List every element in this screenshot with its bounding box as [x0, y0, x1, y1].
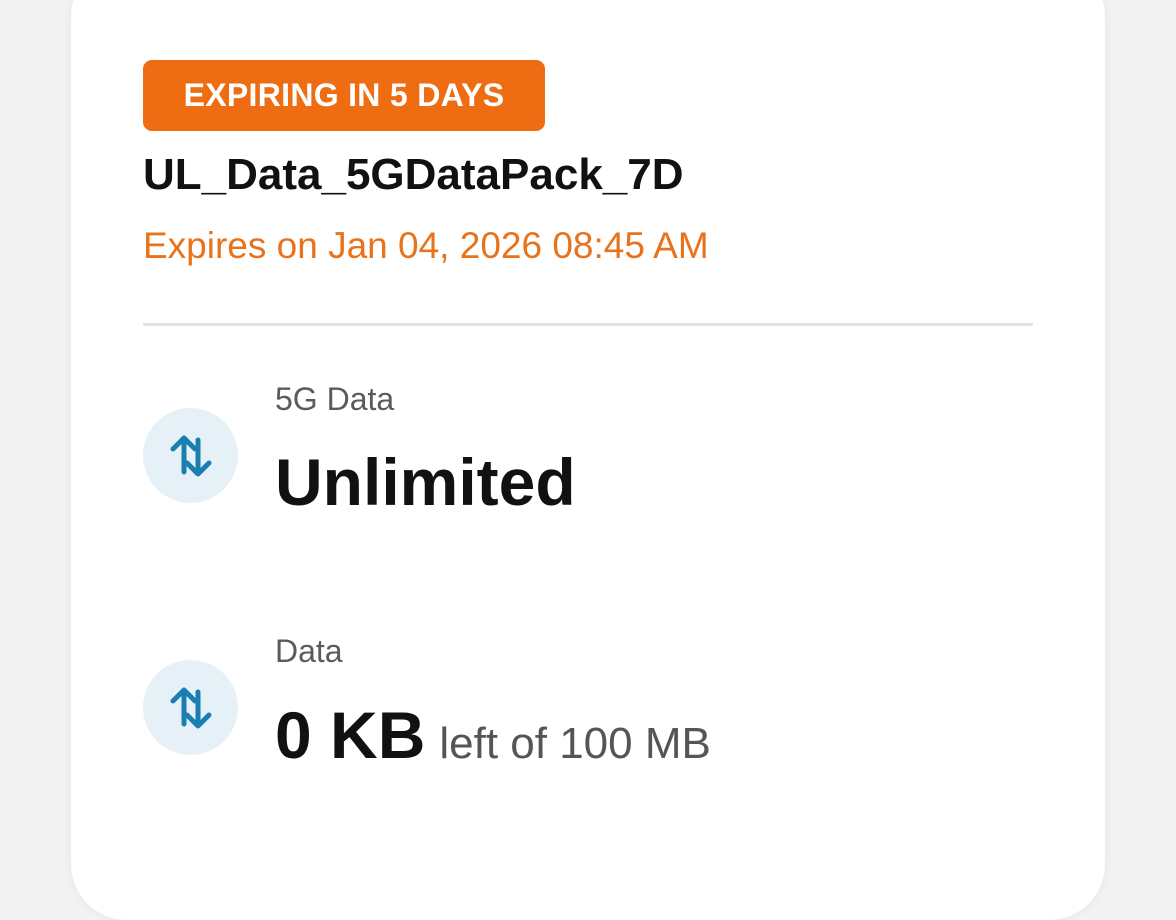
balance-value-data: 0 KB left of 100 MB	[275, 697, 711, 782]
balance-label-5g-data: 5G Data	[275, 381, 395, 417]
data-transfer-icon	[143, 408, 238, 503]
arrows-up-down-icon	[170, 435, 211, 476]
plan-name: UL_Data_5GDataPack_7D	[143, 150, 684, 199]
balance-total: left of 100 MB	[439, 719, 711, 768]
expiry-date: Expires on Jan 04, 2026 08:45 AM	[143, 225, 709, 266]
balance-label-data: Data	[275, 633, 343, 669]
data-transfer-icon	[143, 660, 238, 755]
arrows-up-down-icon	[170, 687, 211, 728]
balance-value-5g-data: Unlimited	[275, 445, 576, 519]
balance-remaining: 0 KB	[275, 698, 426, 772]
divider	[143, 323, 1033, 326]
expiry-badge: EXPIRING IN 5 DAYS	[143, 60, 545, 131]
